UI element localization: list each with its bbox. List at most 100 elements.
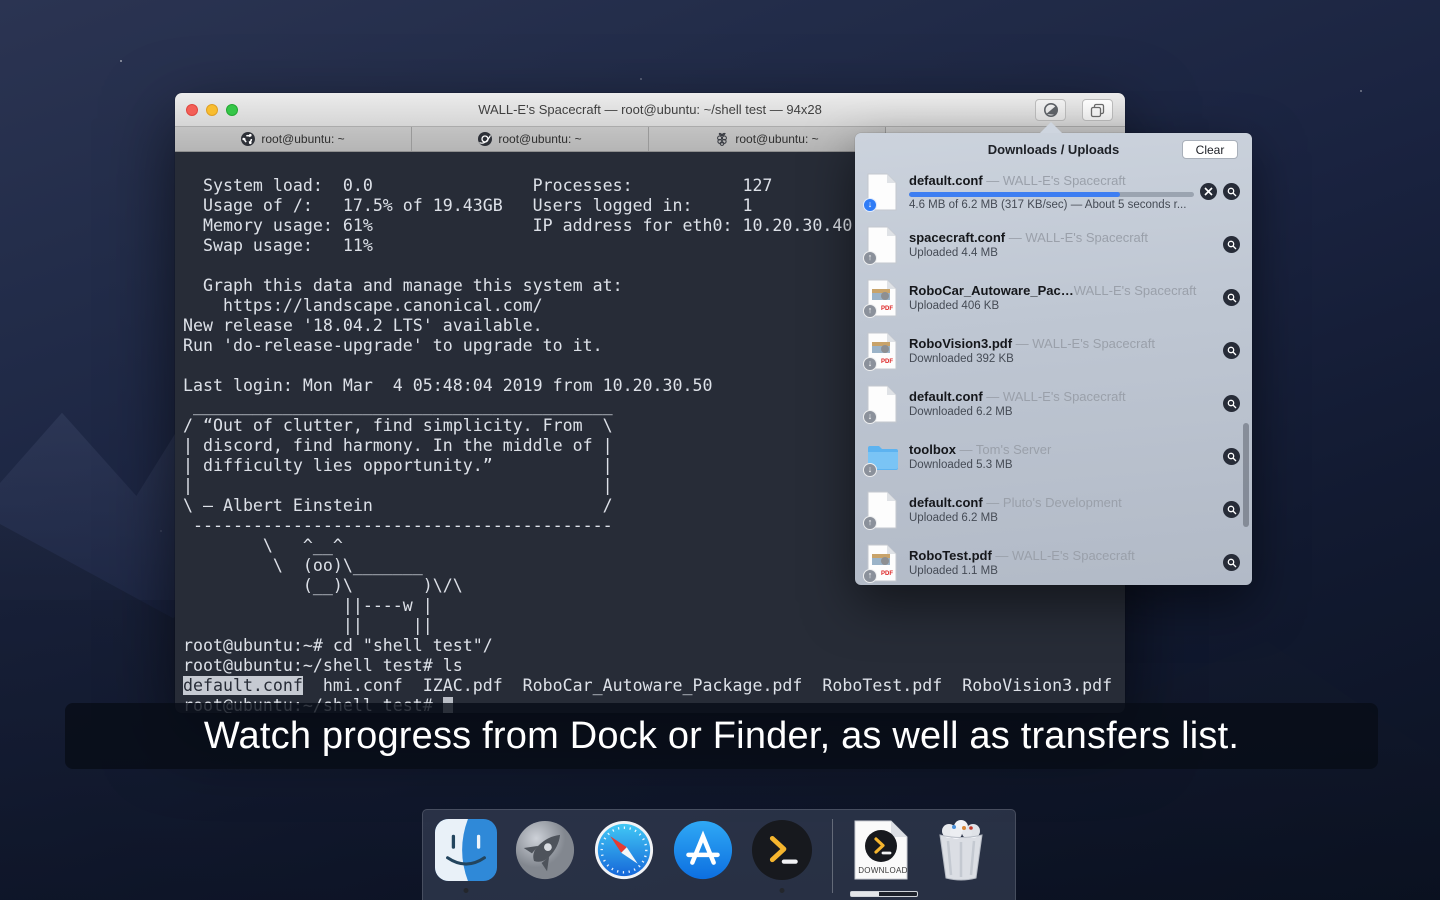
document-file-icon: ↓ [867,385,899,423]
transfer-item[interactable]: PDF ↑ RoboCar_Autoware_Pac…WALL-E's Spac… [855,271,1252,324]
launchpad-dock-icon[interactable] [514,819,576,881]
caption-banner: Watch progress from Dock or Finder, as w… [65,703,1378,769]
reveal-in-finder-button[interactable] [1223,554,1240,571]
popover-scrollbar[interactable] [1243,423,1249,527]
reveal-in-finder-button[interactable] [1223,289,1240,306]
cancel-transfer-button[interactable] [1200,183,1217,200]
clear-button[interactable]: Clear [1182,140,1238,159]
close-button[interactable] [186,104,198,116]
downloading-file-dock-icon[interactable]: DOWNLOAD [852,819,914,881]
pdf-file-icon: PDF ↓ [867,332,899,370]
magnifier-icon [1227,399,1237,409]
transfer-server: — WALL-E's Spacecraft [983,389,1126,404]
download-badge-icon: ↓ [863,357,877,371]
tab-ubuntu-3[interactable]: root@ubuntu: ~ [649,127,886,151]
pdf-file-icon: PDF ↑ [867,544,899,582]
transfer-filename: RoboCar_Autoware_Pac… [909,283,1074,298]
magnifier-icon [1227,187,1237,197]
transfer-status: Downloaded 6.2 MB [909,406,1217,418]
transfer-filename: default.conf [909,495,983,510]
traffic-lights [186,104,238,116]
upload-badge-icon: ↑ [863,304,877,318]
app-running-indicator [780,888,785,893]
app-running-indicator [464,888,469,893]
transfer-item[interactable]: ↓ default.conf — WALL-E's Spacecraft Dow… [855,377,1252,430]
raspberry-pi-icon [715,132,729,146]
shell-app-dock-icon[interactable] [751,819,813,881]
transfer-status: Downloaded 5.3 MB [909,459,1217,471]
magnifier-icon [1227,346,1237,356]
transfer-item[interactable]: ↑ default.conf — Pluto's Development Upl… [855,483,1252,536]
download-file-label: DOWNLOAD [852,866,914,875]
magnifier-icon [1227,293,1237,303]
upload-badge-icon: ↑ [863,516,877,530]
reveal-in-finder-button[interactable] [1223,448,1240,465]
transfer-progress-bar [909,192,1194,197]
transfer-item[interactable]: PDF ↓ RoboVision3.pdf — WALL-E's Spacecr… [855,324,1252,377]
document-file-icon: ↑ [867,491,899,529]
svg-text:PDF: PDF [881,359,893,365]
transfer-server: — Tom's Server [956,442,1051,457]
transfer-item[interactable]: ↑ spacecraft.conf — WALL-E's Spacecraft … [855,218,1252,271]
transfer-item[interactable]: ↓ toolbox — Tom's Server Downloaded 5.3 … [855,430,1252,483]
upload-badge-icon: ↑ [863,251,877,265]
stars [120,60,122,62]
trash-dock-icon[interactable] [931,819,993,881]
transfer-server: — WALL-E's Spacecraft [983,173,1126,188]
dock-download-progress-bar [850,891,918,897]
app-store-dock-icon[interactable] [672,819,734,881]
tab-label: root@ubuntu: ~ [261,132,344,146]
reveal-in-finder-button[interactable] [1223,395,1240,412]
transfer-filename: RoboTest.pdf [909,548,992,563]
ubuntu-logo-icon [241,132,255,146]
broadcast-button[interactable] [1082,99,1113,121]
pdf-file-icon: PDF ↑ [867,279,899,317]
finder-dock-icon[interactable] [435,819,497,881]
transfer-server: — Pluto's Development [983,495,1122,510]
safari-dock-icon[interactable] [593,819,655,881]
reveal-in-finder-button[interactable] [1223,501,1240,518]
transfers-popover: Downloads / Uploads Clear ↓ default.conf… [855,133,1252,585]
transfer-item[interactable]: PDF ↑ RoboTest.pdf — WALL-E's Spacecraft… [855,536,1252,589]
planet-orbit-icon [478,132,492,146]
magnifier-icon [1227,505,1237,515]
ls-files: hmi.conf IZAC.pdf RoboCar_Autoware_Packa… [303,676,1112,695]
copy-windows-icon [1090,103,1105,118]
selected-filename: default.conf [183,676,303,695]
transfer-status: 4.6 MB of 6.2 MB (317 KB/sec) — About 5 … [909,199,1194,211]
transfer-filename: default.conf [909,173,983,188]
transfer-filename: toolbox [909,442,956,457]
zoom-button[interactable] [226,104,238,116]
upload-badge-icon: ↑ [863,569,877,583]
transfer-server: — WALL-E's Spacecraft [1005,230,1148,245]
transfer-status: Uploaded 1.1 MB [909,565,1217,577]
magnifier-icon [1227,558,1237,568]
transfer-filename: RoboVision3.pdf [909,336,1012,351]
transfer-filename: default.conf [909,389,983,404]
transfers-button[interactable] [1035,99,1066,121]
transfer-status: Uploaded 6.2 MB [909,512,1217,524]
caption-text: Watch progress from Dock or Finder, as w… [204,715,1239,758]
reveal-in-finder-button[interactable] [1223,183,1240,200]
download-badge-icon: ↓ [863,198,877,212]
svg-text:PDF: PDF [881,571,893,577]
reveal-in-finder-button[interactable] [1223,236,1240,253]
tab-ubuntu-2[interactable]: root@ubuntu: ~ [412,127,649,151]
transfer-status: Uploaded 4.4 MB [909,247,1217,259]
dock-divider [832,819,833,893]
document-file-icon: ↓ [867,173,899,211]
download-badge-icon: ↓ [863,463,877,477]
transfer-status: Downloaded 392 KB [909,353,1217,365]
transfer-server: — WALL-E's Spacecraft [1012,336,1155,351]
reveal-in-finder-button[interactable] [1223,342,1240,359]
transfer-status: Uploaded 406 KB [909,300,1217,312]
window-titlebar[interactable]: WALL-E's Spacecraft — root@ubuntu: ~/she… [175,93,1125,127]
transfer-item[interactable]: ↓ default.conf — WALL-E's Spacecraft 4.6… [855,165,1252,218]
terminal-ls-output: default.conf hmi.conf IZAC.pdf RoboCar_A… [183,676,1125,696]
minimize-button[interactable] [206,104,218,116]
window-title: WALL-E's Spacecraft — root@ubuntu: ~/she… [175,102,1125,117]
tab-ubuntu-1[interactable]: root@ubuntu: ~ [175,127,412,151]
magnifier-icon [1227,452,1237,462]
transfer-server: WALL-E's Spacecraft [1074,283,1197,298]
transfer-filename: spacecraft.conf [909,230,1005,245]
